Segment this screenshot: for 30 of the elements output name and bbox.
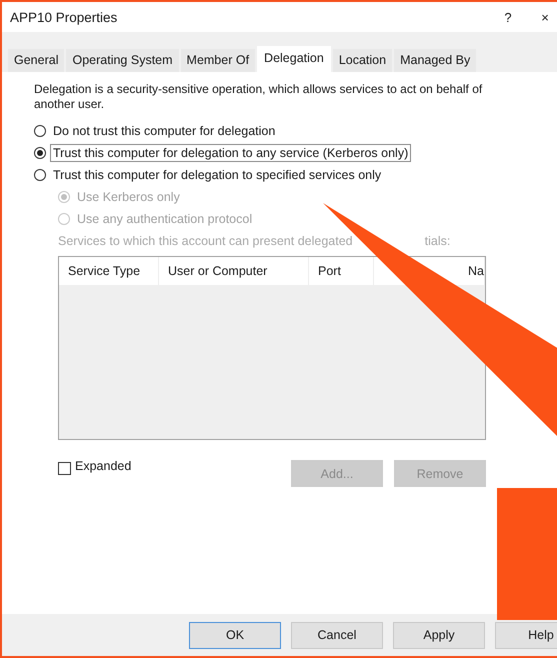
tab[interactable]: Location bbox=[332, 49, 392, 72]
tab[interactable]: General bbox=[8, 49, 64, 72]
tab[interactable]: Delegation bbox=[257, 46, 331, 72]
radio-button[interactable] bbox=[34, 169, 46, 181]
option-label: Use Kerberos only bbox=[76, 189, 181, 206]
help-button[interactable]: ? bbox=[483, 3, 533, 31]
column-header[interactable]: Port bbox=[309, 257, 374, 285]
description-text: Delegation is a security-sensitive operation, which allows services to act on behalf of another user. bbox=[34, 82, 484, 112]
tab[interactable]: Member Of bbox=[180, 49, 256, 72]
option-label: Do not trust this computer for delegation bbox=[52, 123, 276, 140]
column-header[interactable]: User or Computer bbox=[159, 257, 309, 285]
column-header[interactable]: Na bbox=[459, 257, 485, 285]
option-label: Trust this computer for delegation to specified services only bbox=[52, 167, 382, 184]
option-label: Use any authentication protocol bbox=[76, 211, 254, 228]
close-button[interactable]: × bbox=[533, 3, 557, 31]
dialog-button[interactable]: Cancel bbox=[291, 622, 383, 648]
tab[interactable]: Managed By bbox=[394, 49, 476, 72]
radio-button[interactable] bbox=[34, 147, 46, 159]
dialog-button[interactable]: OK bbox=[189, 622, 281, 648]
checkbox-label: Expanded bbox=[75, 458, 132, 472]
services-label-end: tials: bbox=[424, 234, 450, 250]
dialog-button[interactable]: Apply bbox=[393, 622, 485, 648]
column-header[interactable]: Service Type bbox=[59, 257, 159, 285]
radio-button[interactable] bbox=[34, 125, 46, 137]
window-title: APP10 Properties bbox=[10, 10, 118, 24]
services-label: Services to which this account can present delegated bbox=[58, 234, 353, 250]
tab[interactable]: Operating System bbox=[66, 49, 179, 72]
dialog-button[interactable]: Help bbox=[495, 622, 557, 648]
option-label: Trust this computer for delegation to any service (Kerberos only) bbox=[50, 144, 412, 162]
checkbox[interactable] bbox=[58, 462, 71, 475]
